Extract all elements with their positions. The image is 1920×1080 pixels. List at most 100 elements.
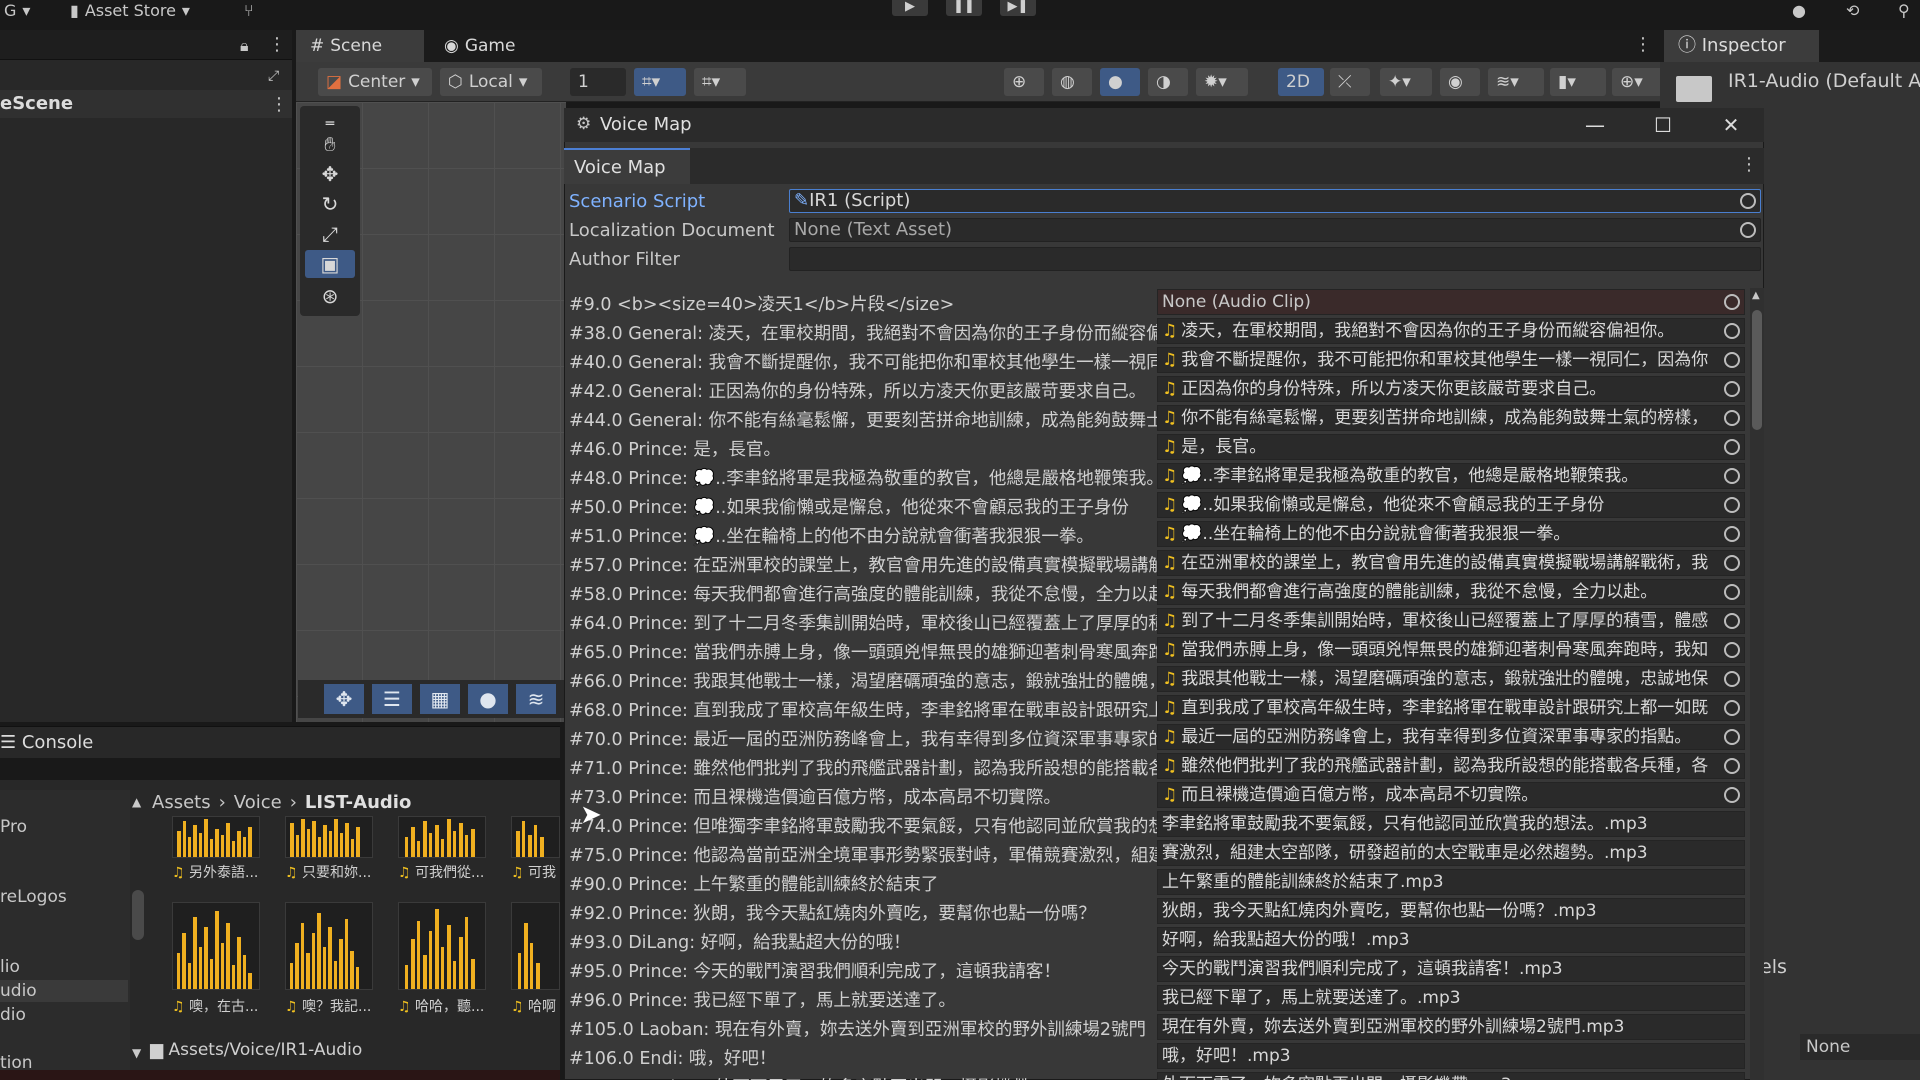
audio-clip-field[interactable]: 現在有外賣，妳去送外賣到亞洲軍校的野外訓練場2號門.mp3 <box>1157 1014 1745 1040</box>
step-button[interactable]: ▶❚ <box>1000 0 1036 16</box>
audio-clip-field[interactable]: ♫ 在亞洲軍校的課堂上，教官會用先進的設備真實模擬戰場講解戰術，我 <box>1157 550 1745 576</box>
settings-overlay-icon[interactable]: ☰ <box>372 684 412 714</box>
move-overlay-icon[interactable]: ✥ <box>324 684 364 714</box>
pivot-dropdown[interactable]: ◪ Center ▾ <box>318 68 432 96</box>
object-picker-icon[interactable] <box>1724 613 1740 629</box>
audio-waveform-thumb[interactable] <box>511 816 560 858</box>
object-picker-icon[interactable] <box>1724 323 1740 339</box>
breadcrumb-current[interactable]: LIST-Audio <box>305 790 411 816</box>
author-filter-input[interactable] <box>789 247 1761 271</box>
audio-clip-field[interactable]: ♫ 我跟其他戰士一樣，渴望磨礪頑強的意志，鍛就強壯的體魄，忠誠地保 <box>1157 666 1745 692</box>
audio-clip-field[interactable]: 賽激烈，組建太空部隊，研發超前的太空戰車是必然趨勢。.mp3 <box>1157 840 1745 866</box>
object-picker-icon[interactable] <box>1724 352 1740 368</box>
audio-clip-field[interactable]: ♫ 💭..坐在輪椅上的他不由分說就會衝著我狠狠一拳。 <box>1157 521 1745 547</box>
object-picker-icon[interactable] <box>1724 294 1740 310</box>
pause-button[interactable]: ❚❚ <box>946 0 982 16</box>
more-icon[interactable]: ⋮ <box>268 34 286 55</box>
grid-snap-button[interactable]: ⌗▾ <box>634 68 686 96</box>
object-picker-icon[interactable] <box>1724 468 1740 484</box>
audio-clip-field[interactable]: ♫ 當我們赤膊上身，像一頭頭兇悍無畏的雄獅迎著刺骨寒風奔跑時，我知 <box>1157 637 1745 663</box>
audio-clip-field[interactable]: ♫ 我會不斷提醒你，我不可能把你和軍校其他學生一樣一視同仁，因為你 <box>1157 347 1745 373</box>
hand-tool-icon[interactable]: ✋︎ <box>305 130 355 158</box>
layers-overlay-icon[interactable]: ≋ <box>516 684 556 714</box>
audio-clip-field[interactable]: 狄朗，我今天點紅燒肉外賣吃，要幫你也點一份嗎？.mp3 <box>1157 898 1745 924</box>
audio-clip-field[interactable]: ♫ 到了十二月冬季集訓開始時，軍校後山已經覆蓋上了厚厚的積雪，體感 <box>1157 608 1745 634</box>
maximize-icon[interactable]: ☐ <box>1640 110 1686 140</box>
lock-icon[interactable]: 🔒︎ <box>240 36 249 56</box>
search-icon[interactable]: ⚲ <box>1898 0 1910 22</box>
object-picker-icon[interactable] <box>1740 222 1756 238</box>
gizmo-effects-icon[interactable]: ✦▾ <box>1380 68 1432 96</box>
audio-clip-field[interactable]: ♫ 最近一屆的亞洲防務峰會上，我有幸得到多位資深軍事專家的指點。 <box>1157 724 1745 750</box>
audio-clip-field[interactable]: 上午繁重的體能訓練終於結束了.mp3 <box>1157 869 1745 895</box>
scroll-up-icon[interactable]: ▲ <box>1752 290 1760 301</box>
object-picker-icon[interactable] <box>1724 410 1740 426</box>
audio-clip-field[interactable]: ♫ 💭..李聿銘將軍是我極為敬重的教官，他總是嚴格地鞭策我。 <box>1157 463 1745 489</box>
scroll-up-icon[interactable]: ▲ <box>132 795 141 809</box>
asset-label[interactable]: ♫ 可我們從... <box>398 862 498 882</box>
sidebar-item[interactable]: dio <box>0 1004 128 1026</box>
asset-label[interactable]: ♫ 只要和妳... <box>285 862 385 882</box>
visibility-icon[interactable]: ◉ <box>1440 68 1480 96</box>
audio-waveform-thumb[interactable] <box>172 816 260 858</box>
object-picker-icon[interactable] <box>1740 193 1756 209</box>
audio-clip-field[interactable]: ♫ 💭..如果我偷懶或是懈怠，他從來不會顧忌我的王子身份 <box>1157 492 1745 518</box>
grid-overlay-icon[interactable]: ▦ <box>420 684 460 714</box>
sidebar-item[interactable]: Pro <box>0 816 128 838</box>
audio-clip-field[interactable]: None (Audio Clip) <box>1157 289 1745 315</box>
asset-label[interactable]: ♫ 可我 <box>511 862 560 882</box>
audio-waveform-thumb[interactable] <box>285 902 373 990</box>
tab-game[interactable]: ◉ Game <box>430 30 550 62</box>
scene-title[interactable]: eScene <box>0 90 292 118</box>
sidebar-item[interactable]: udio <box>0 980 128 1002</box>
rect-tool-icon[interactable]: ▣ <box>305 250 355 278</box>
layers-icon[interactable]: ≋▾ <box>1488 68 1544 96</box>
audio-mute-icon[interactable]: ⤫ <box>1330 68 1370 96</box>
sphere-overlay-icon[interactable]: ● <box>468 684 508 714</box>
audio-clip-field[interactable]: 今天的戰鬥演習我們順利完成了，這頓我請客！.mp3 <box>1157 956 1745 982</box>
object-picker-icon[interactable] <box>1724 700 1740 716</box>
asset-label[interactable]: ♫ 另外泰語... <box>172 862 272 882</box>
voice-map-more-icon[interactable]: ⋮ <box>1740 154 1758 175</box>
object-picker-icon[interactable] <box>1724 671 1740 687</box>
audio-clip-field[interactable]: 李聿銘將軍鼓勵我不要氣餒，只有他認同並欣賞我的想法。.mp3 <box>1157 811 1745 837</box>
audio-clip-field[interactable]: ♫ 每天我們都會進行高強度的體能訓練，我從不怠慢，全力以赴。 <box>1157 579 1745 605</box>
2d-toggle[interactable]: 2D <box>1278 68 1324 96</box>
scene-more-icon[interactable]: ⋮ <box>270 94 288 115</box>
audio-clip-field[interactable]: ♫ 凌天，在軍校期間，我絕對不會因為你的王子身份而縱容偏袒你。 <box>1157 318 1745 344</box>
audio-clip-field[interactable]: 好啊，給我點超大份的哦！.mp3 <box>1157 927 1745 953</box>
account-dropdown[interactable]: G ▾ <box>4 0 30 22</box>
audio-waveform-thumb[interactable] <box>511 902 560 990</box>
audio-clip-field[interactable]: 外面下雪了，妳多穿點再出門，攝影機帶.mp3 <box>1157 1072 1745 1080</box>
audio-waveform-thumb[interactable] <box>398 816 486 858</box>
sidebar-scrollbar[interactable] <box>132 890 144 940</box>
version-control-icon[interactable]: ⑂ <box>244 0 254 22</box>
account-icon[interactable]: ● <box>1792 0 1806 22</box>
object-picker-icon[interactable] <box>1724 758 1740 774</box>
audio-clip-field[interactable]: 我已經下單了，馬上就要送達了。.mp3 <box>1157 985 1745 1011</box>
scene-more-icon[interactable]: ⋮ <box>1634 34 1652 55</box>
fx-icon[interactable]: ✹▾ <box>1196 68 1248 96</box>
object-picker-icon[interactable] <box>1724 787 1740 803</box>
lighting-icon[interactable]: ◑ <box>1148 68 1188 96</box>
audio-clip-field[interactable]: ♫ 而且裸機造價逾百億方幣，成本高昂不切實際。 <box>1157 782 1745 808</box>
scale-tool-icon[interactable]: ⤢ <box>305 220 355 248</box>
sidebar-item[interactable]: reLogos <box>0 886 128 908</box>
move-tool-icon[interactable]: ✥ <box>305 160 355 188</box>
close-icon[interactable]: ✕ <box>1708 110 1754 140</box>
inspector-none-field[interactable]: None <box>1800 1034 1920 1060</box>
tab-inspector[interactable]: ⓘ Inspector <box>1664 30 1819 62</box>
breadcrumb-assets[interactable]: Assets <box>152 790 211 816</box>
tab-voice-map[interactable]: Voice Map <box>564 148 690 184</box>
increment-snap-button[interactable]: ⌗▾ <box>694 68 746 96</box>
play-button[interactable]: ▶ <box>892 0 928 16</box>
audio-waveform-thumb[interactable] <box>172 902 260 990</box>
audio-waveform-thumb[interactable] <box>398 902 486 990</box>
audio-clip-field[interactable]: ♫ 正因為你的身份特殊，所以方凌天你更該嚴苛要求自己。 <box>1157 376 1745 402</box>
audio-clip-field[interactable]: ♫ 你不能有絲毫鬆懈，更要刻苦拼命地訓練，成為能夠鼓舞士氣的榜樣， <box>1157 405 1745 431</box>
object-picker-icon[interactable] <box>1724 497 1740 513</box>
object-picker-icon[interactable] <box>1724 729 1740 745</box>
space-dropdown[interactable]: ⬡ Local ▾ <box>440 68 542 96</box>
asset-label[interactable]: ♫ 哈哈，聽... <box>398 996 498 1016</box>
snap-increment-input[interactable]: 1 <box>570 68 626 96</box>
